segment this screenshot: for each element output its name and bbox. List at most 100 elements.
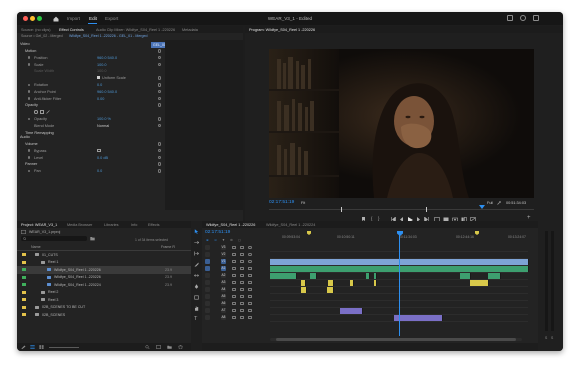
breadcrumb-source[interactable]: Source • Gel_02 - Merged (21, 34, 63, 38)
project-list-item[interactable]: 02B_SCENES (17, 311, 191, 319)
program-timecode[interactable]: 02:17:51:19 (269, 200, 294, 205)
stopwatch-icon[interactable] (28, 169, 31, 173)
project-list-item[interactable]: Reel 2 (17, 289, 191, 297)
audio-clip[interactable] (394, 314, 443, 321)
reset-icon[interactable] (157, 123, 161, 128)
ellipse-mask-icon[interactable] (34, 110, 38, 114)
eye-icon[interactable] (248, 259, 252, 263)
playhead-icon[interactable] (479, 205, 485, 211)
selection-tool-icon[interactable] (194, 229, 199, 234)
track-name[interactable]: A3 (221, 279, 226, 285)
solo-icon[interactable] (248, 287, 252, 291)
in-point-marker[interactable] (341, 206, 342, 212)
track-select-tool-icon[interactable] (194, 240, 199, 245)
full-screen-icon[interactable] (533, 15, 539, 21)
zoom-select[interactable]: Fit (301, 201, 305, 205)
track-name[interactable]: A1 (221, 265, 226, 271)
icon-view-icon[interactable] (39, 345, 44, 349)
marker-icon[interactable] (307, 231, 311, 235)
track-header-a2[interactable]: A2 (202, 272, 268, 279)
tab-sequence-active[interactable]: Wildfye_S04_Reel 1 -220226 (206, 223, 255, 227)
fx-opacity-row[interactable]: Opacity (17, 102, 165, 109)
fx-panner-row[interactable]: Panner (17, 161, 165, 168)
fx-rotation-value[interactable]: 0.0 (97, 83, 102, 87)
tab-info[interactable]: Info (131, 223, 137, 227)
solo-icon[interactable] (248, 273, 252, 277)
stopwatch-icon[interactable] (28, 97, 31, 100)
snap-toggle-icon[interactable]: ⊕ (205, 238, 210, 243)
track-target-button[interactable] (205, 314, 210, 320)
mute-icon[interactable] (240, 287, 244, 291)
solo-icon[interactable] (248, 294, 252, 298)
fx-time-remap-row[interactable]: Time Remapping (17, 130, 165, 137)
mute-icon[interactable] (240, 294, 244, 298)
lock-icon[interactable] (232, 287, 236, 291)
sync-lock-icon[interactable] (240, 259, 244, 263)
reset-icon[interactable] (157, 62, 161, 67)
marker-icon[interactable] (475, 231, 479, 235)
reset-icon[interactable] (157, 55, 161, 60)
track-header-a5[interactable]: A5 (202, 293, 268, 300)
reset-icon[interactable] (157, 117, 161, 121)
track-target-button[interactable] (205, 293, 210, 299)
track-header-a8[interactable]: A8 (202, 314, 268, 321)
out-point-marker[interactable] (426, 206, 427, 212)
track-name[interactable]: A8 (221, 314, 226, 320)
type-tool-icon[interactable]: T (194, 316, 199, 322)
audio-clip[interactable] (328, 279, 334, 286)
video-clip[interactable] (520, 258, 529, 265)
reset-icon[interactable] (157, 162, 161, 166)
solo-icon[interactable] (248, 280, 252, 284)
lock-icon[interactable] (232, 308, 236, 312)
tab-source[interactable]: Source: (no clips) (21, 28, 51, 32)
tab-libraries[interactable]: Libraries (104, 223, 119, 227)
project-list-item[interactable]: 01_CUTS (17, 251, 191, 259)
audio-clip[interactable] (460, 272, 471, 279)
rectangle-mask-icon[interactable] (40, 110, 44, 114)
audio-clip[interactable] (270, 272, 297, 279)
slip-tool-icon[interactable] (194, 273, 199, 278)
sync-lock-icon[interactable] (240, 245, 244, 249)
quick-export-icon[interactable] (520, 15, 526, 21)
fx-level-row[interactable]: Level 0.0 dB (17, 155, 165, 162)
tab-metadata[interactable]: Metadata (182, 28, 198, 32)
list-view-icon[interactable] (30, 345, 35, 349)
fx-anchor-value[interactable]: 960.0 540.0 (97, 90, 117, 94)
label-color-swatch[interactable] (22, 305, 26, 309)
reset-icon[interactable] (157, 169, 161, 173)
bypass-checkbox[interactable] (97, 148, 101, 153)
track-target-button[interactable] (205, 279, 210, 285)
stopwatch-icon[interactable] (28, 56, 31, 59)
label-color-swatch[interactable] (22, 253, 26, 257)
track-header-v3[interactable]: V3 (202, 244, 268, 251)
fx-position-row[interactable]: Position 960.0 540.0 (17, 55, 165, 62)
reset-icon[interactable] (157, 49, 161, 53)
track-name[interactable]: A2 (221, 272, 226, 278)
wrench-icon[interactable]: ⚙ (229, 238, 234, 243)
ripple-edit-tool-icon[interactable] (194, 251, 199, 256)
track-name[interactable]: A5 (221, 293, 226, 299)
track-header-a3[interactable]: A3 (202, 279, 268, 286)
tab-effects[interactable]: Effects (148, 223, 160, 227)
audio-clip[interactable] (301, 279, 306, 286)
fx-motion-row[interactable]: Motion (17, 48, 165, 55)
fx-opacity-value-row[interactable]: Opacity 100.0 % (17, 116, 165, 123)
solo-icon[interactable] (248, 301, 252, 305)
mute-icon[interactable] (240, 273, 244, 277)
lock-icon[interactable] (232, 273, 236, 277)
tab-audio-clip-mixer[interactable]: Audio Clip Mixer: Wildfye_S04_Reel 1 -22… (96, 28, 175, 32)
fx-scale-row[interactable]: Scale 100.0 (17, 62, 165, 69)
fx-scale-value[interactable]: 100.0 (97, 63, 107, 67)
audio-clip[interactable] (488, 272, 501, 279)
resolution-select[interactable]: Full (487, 201, 493, 205)
fx-antiflicker-value[interactable]: 0.00 (97, 97, 104, 101)
timeline-playhead[interactable] (399, 232, 400, 336)
uniform-scale-checkbox[interactable] (97, 76, 100, 80)
search-icon[interactable] (145, 345, 150, 349)
hand-tool-icon[interactable] (194, 306, 199, 311)
razor-tool-icon[interactable] (194, 262, 199, 267)
track-target-button[interactable] (205, 286, 210, 292)
solo-icon[interactable] (248, 308, 252, 312)
track-header-a1[interactable]: A1 (202, 265, 268, 272)
lock-icon[interactable] (232, 294, 236, 298)
